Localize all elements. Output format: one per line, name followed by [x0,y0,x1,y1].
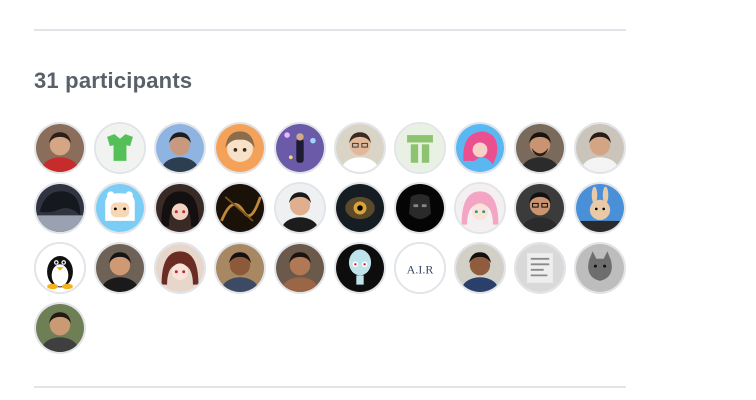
dark-mask-icon [396,184,444,232]
person-glasses-icon [336,124,384,172]
person-blue-background-icon [156,124,204,172]
avatar-25[interactable] [274,242,326,294]
person-dark-jacket-icon [96,244,144,292]
person-smiling-icon [216,244,264,292]
person-white-shirt-icon [576,124,624,172]
avatar-9[interactable] [514,122,566,174]
avatar-14[interactable] [214,182,266,234]
avatar-4[interactable] [214,122,266,174]
cartoon-squidward-icon [336,244,384,292]
avatar-29[interactable] [514,242,566,294]
avatar-17[interactable] [394,182,446,234]
person-black-shirt-icon [276,184,324,232]
dark-anime-icon [36,184,84,232]
avatar-12[interactable] [94,182,146,234]
person-purple-lights-icon [276,124,324,172]
avatar-20[interactable] [574,182,626,234]
avatar-18[interactable] [454,182,506,234]
participants-title: 31 participants [34,68,193,93]
green-t-logo-icon [396,124,444,172]
dark-eye-icon [336,184,384,232]
anime-girl-brown-hair-icon [156,244,204,292]
person-red-shirt-icon [36,124,84,172]
anime-pink-hair-icon [456,184,504,232]
green-shirt-logo-icon [96,124,144,172]
person-glasses-dark-icon [516,184,564,232]
avatar-26[interactable] [334,242,386,294]
avatar-28[interactable] [454,242,506,294]
air-logo-icon: A.I.R [396,244,444,292]
avatar-30[interactable] [574,242,626,294]
person-office-icon [456,244,504,292]
pink-hair-anime-icon [456,124,504,172]
avatar-31[interactable] [34,302,86,354]
avatar-13[interactable] [154,182,206,234]
top-divider [34,29,626,31]
participants-section: 31 participants A.I.R [0,0,756,400]
dark-abstract-icon [216,184,264,232]
avatar-23[interactable] [154,242,206,294]
bottom-divider [34,386,626,388]
avatar-7[interactable] [394,122,446,174]
avatar-16[interactable] [334,182,386,234]
avatar-3[interactable] [154,122,206,174]
avatar-27[interactable]: A.I.R [394,242,446,294]
avatar-6[interactable] [334,122,386,174]
gray-cat-icon [576,244,624,292]
anime-boy-icon [216,124,264,172]
avatar-10[interactable] [574,122,626,174]
avatar-15[interactable] [274,182,326,234]
linux-penguin-icon [36,244,84,292]
avatar-8[interactable] [454,122,506,174]
avatar-19[interactable] [514,182,566,234]
avatar-1[interactable] [34,122,86,174]
anime-girl-dark-hair-icon [156,184,204,232]
cartoon-rabbit-icon [576,184,624,232]
avatar-11[interactable] [34,182,86,234]
person-shirtless-icon [276,244,324,292]
avatar-24[interactable] [214,242,266,294]
person-beard-icon [516,124,564,172]
air-logo-text: A.I.R [407,263,434,277]
avatar-22[interactable] [94,242,146,294]
avatar-5[interactable] [274,122,326,174]
person-outdoor-icon [36,304,84,352]
avatar-2[interactable] [94,122,146,174]
gray-sketch-icon [516,244,564,292]
cartoon-finn-icon [96,184,144,232]
avatar-21[interactable] [34,242,86,294]
